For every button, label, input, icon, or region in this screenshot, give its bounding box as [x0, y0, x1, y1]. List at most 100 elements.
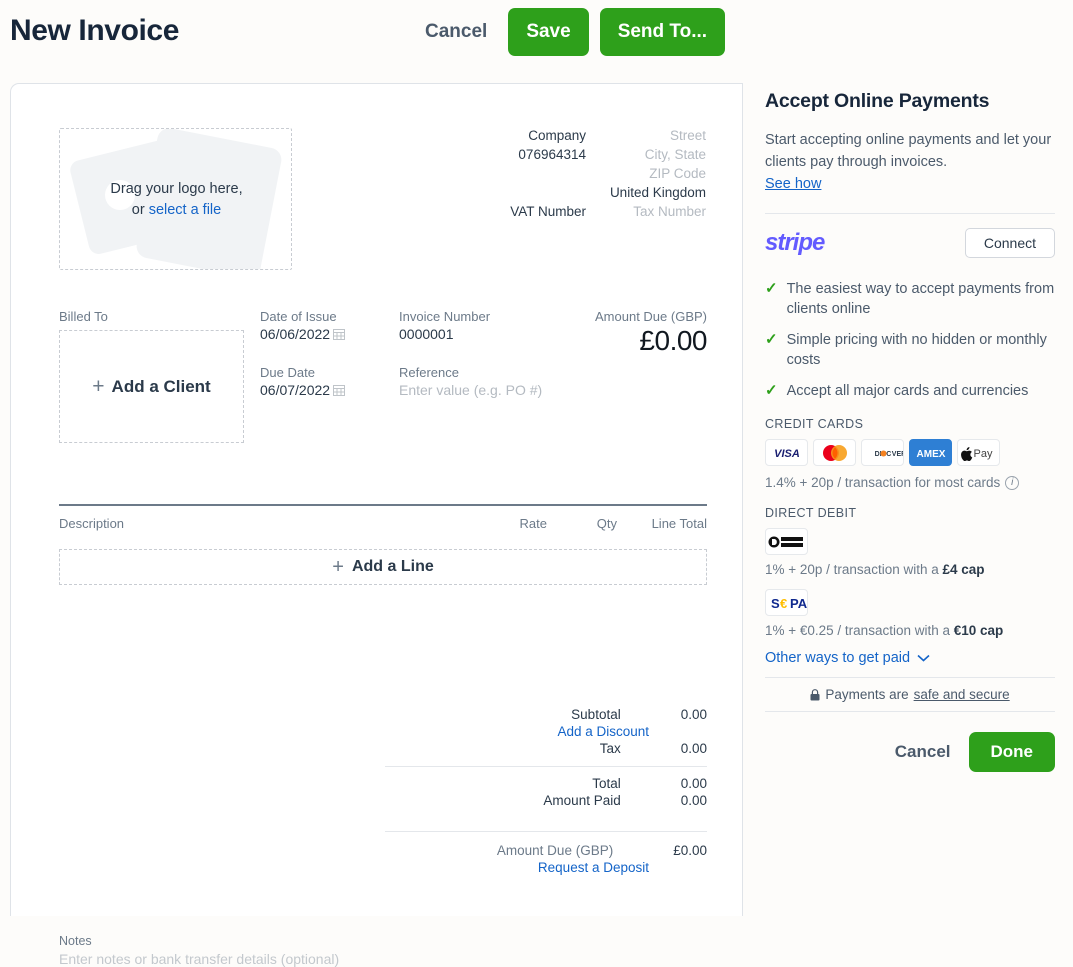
check-icon: ✓	[765, 280, 778, 297]
notes-input[interactable]: Enter notes or bank transfer details (op…	[59, 951, 559, 967]
company-phone-row: 076964314 City, State	[371, 145, 706, 164]
company-phone[interactable]: 076964314	[518, 145, 586, 164]
sepa-fee-prefix: 1% + €0.25 / transaction with a	[765, 623, 954, 638]
apple-pay-icon: Pay	[957, 439, 1000, 466]
due-date-field: Due Date 06/07/2022	[260, 365, 390, 398]
invoice-number-field: Invoice Number 0000001	[399, 309, 599, 342]
benefit-item: ✓ The easiest way to accept payments fro…	[765, 279, 1055, 319]
credit-card-brands: VISA DISC VER AMEX Pay	[765, 439, 1055, 466]
table-header-row: Description Rate Qty Line Total	[59, 506, 707, 537]
see-how-link[interactable]: See how	[765, 176, 821, 192]
totals-divider	[385, 766, 707, 767]
company-tax-number-placeholder[interactable]: Tax Number	[596, 202, 706, 221]
secure-payments-note: Payments are safe and secure	[765, 678, 1055, 711]
stripe-logo: stripe	[765, 229, 825, 256]
accept-online-payments-panel: Accept Online Payments Start accepting o…	[765, 90, 1055, 772]
save-button[interactable]: Save	[508, 8, 589, 56]
invoice-meta: Billed To + Add a Client Date of Issue 0…	[59, 309, 708, 449]
reference-label: Reference	[399, 365, 459, 380]
notes-label: Notes	[59, 934, 92, 948]
add-discount-link[interactable]: Add a Discount	[385, 723, 707, 740]
subtotal-row: Subtotal 0.00	[385, 706, 707, 723]
amount-paid-label[interactable]: Amount Paid	[543, 793, 620, 808]
panel-description: Start accepting online payments and let …	[765, 129, 1055, 195]
due-date-value: 06/07/2022	[260, 382, 331, 398]
amount-due-label: Amount Due (GBP)	[595, 309, 707, 324]
panel-actions: Cancel Done	[765, 732, 1055, 772]
due-date-value-row[interactable]: 06/07/2022	[260, 382, 390, 398]
totals-section: Subtotal 0.00 Add a Discount Tax 0.00 To…	[385, 706, 707, 876]
add-client-label: Add a Client	[111, 376, 211, 396]
company-vat-number[interactable]: VAT Number	[510, 202, 586, 221]
svg-text:Pay: Pay	[973, 448, 992, 460]
lock-icon	[810, 688, 820, 700]
svg-text:PA: PA	[790, 596, 807, 611]
line-items-table: Description Rate Qty Line Total + Add a …	[59, 504, 707, 585]
column-header-qty: Qty	[596, 516, 617, 531]
bacs-fee-note: 1% + 20p / transaction with a £4 cap	[765, 562, 1055, 577]
check-icon: ✓	[765, 382, 778, 399]
stripe-connect-button[interactable]: Connect	[964, 228, 1055, 258]
column-header-line-total: Line Total	[651, 516, 707, 531]
add-client-button[interactable]: + Add a Client	[59, 330, 244, 443]
benefit-item: ✓ Accept all major cards and currencies	[765, 381, 1055, 401]
benefit-text: Accept all major cards and currencies	[786, 383, 1029, 399]
billed-to-section: Billed To + Add a Client	[59, 309, 244, 443]
company-city-state-placeholder[interactable]: City, State	[596, 145, 706, 164]
bacs-fee-prefix: 1% + 20p / transaction with a	[765, 562, 943, 577]
sepa-icon: S € PA	[765, 589, 808, 616]
calendar-icon	[333, 329, 346, 340]
info-icon[interactable]: i	[1005, 475, 1020, 490]
panel-divider-3	[765, 711, 1055, 712]
date-of-issue-value-row[interactable]: 06/06/2022	[260, 326, 390, 342]
other-ways-to-get-paid-toggle[interactable]: Other ways to get paid	[765, 650, 1055, 666]
request-deposit-link[interactable]: Request a Deposit	[385, 859, 707, 876]
plus-icon: +	[332, 556, 344, 578]
reference-field: Reference Enter value (e.g. PO #)	[399, 365, 599, 398]
logo-dropzone-text: Drag your logo here, or select a file	[60, 179, 291, 221]
plus-icon: +	[92, 375, 105, 398]
safe-and-secure-link[interactable]: safe and secure	[914, 687, 1010, 702]
visa-icon: VISA	[765, 439, 808, 466]
svg-text:€: €	[780, 596, 787, 611]
due-date-label: Due Date	[260, 365, 315, 380]
check-icon: ✓	[765, 331, 778, 348]
total-label: Total	[592, 776, 621, 791]
send-to-button[interactable]: Send To...	[599, 8, 726, 56]
date-of-issue-field: Date of Issue 06/06/2022	[260, 309, 390, 342]
company-zip-placeholder[interactable]: ZIP Code	[596, 164, 706, 183]
discover-icon: DISC VER	[861, 439, 904, 466]
company-vat-row: VAT Number Tax Number	[371, 202, 706, 221]
subtotal-label: Subtotal	[571, 707, 621, 722]
logo-dropzone[interactable]: Drag your logo here, or select a file	[59, 128, 292, 270]
logo-dropzone-line1: Drag your logo here,	[110, 181, 243, 197]
credit-card-fee-text: 1.4% + 20p / transaction for most cards	[765, 475, 1001, 490]
cancel-button[interactable]: Cancel	[415, 13, 497, 51]
reference-input[interactable]: Enter value (e.g. PO #)	[399, 382, 599, 398]
panel-cancel-button[interactable]: Cancel	[891, 734, 955, 770]
subtotal-value: 0.00	[680, 707, 707, 722]
invoice-number-value[interactable]: 0000001	[399, 326, 599, 342]
company-country[interactable]: United Kingdom	[610, 183, 706, 202]
svg-text:VER: VER	[891, 451, 902, 458]
company-name-row: Company Street	[371, 126, 706, 145]
company-name[interactable]: Company	[528, 126, 586, 145]
company-street-placeholder[interactable]: Street	[596, 126, 706, 145]
panel-done-button[interactable]: Done	[968, 732, 1055, 772]
amount-due-value: £0.00	[639, 325, 707, 356]
svg-text:AMEX: AMEX	[916, 449, 945, 460]
amount-paid-value: 0.00	[680, 793, 707, 808]
top-toolbar: New Invoice Cancel Save Send To...	[0, 0, 1073, 72]
company-zip-row: ZIP Code	[371, 164, 706, 183]
bacs-direct-debit-icon	[765, 528, 808, 555]
select-file-link[interactable]: select a file	[149, 202, 222, 218]
credit-cards-label: CREDIT CARDS	[765, 417, 864, 431]
logo-dropzone-or: or	[131, 202, 149, 218]
invoice-number-label: Invoice Number	[399, 309, 491, 324]
benefit-text: Simple pricing with no hidden or monthly…	[786, 332, 1047, 368]
column-header-description: Description	[59, 516, 125, 531]
tax-label[interactable]: Tax	[600, 741, 621, 756]
add-line-button[interactable]: + Add a Line	[59, 549, 707, 585]
amount-due-total-label: Amount Due (GBP)	[496, 843, 614, 858]
notes-section: Notes Enter notes or bank transfer detai…	[59, 934, 559, 967]
